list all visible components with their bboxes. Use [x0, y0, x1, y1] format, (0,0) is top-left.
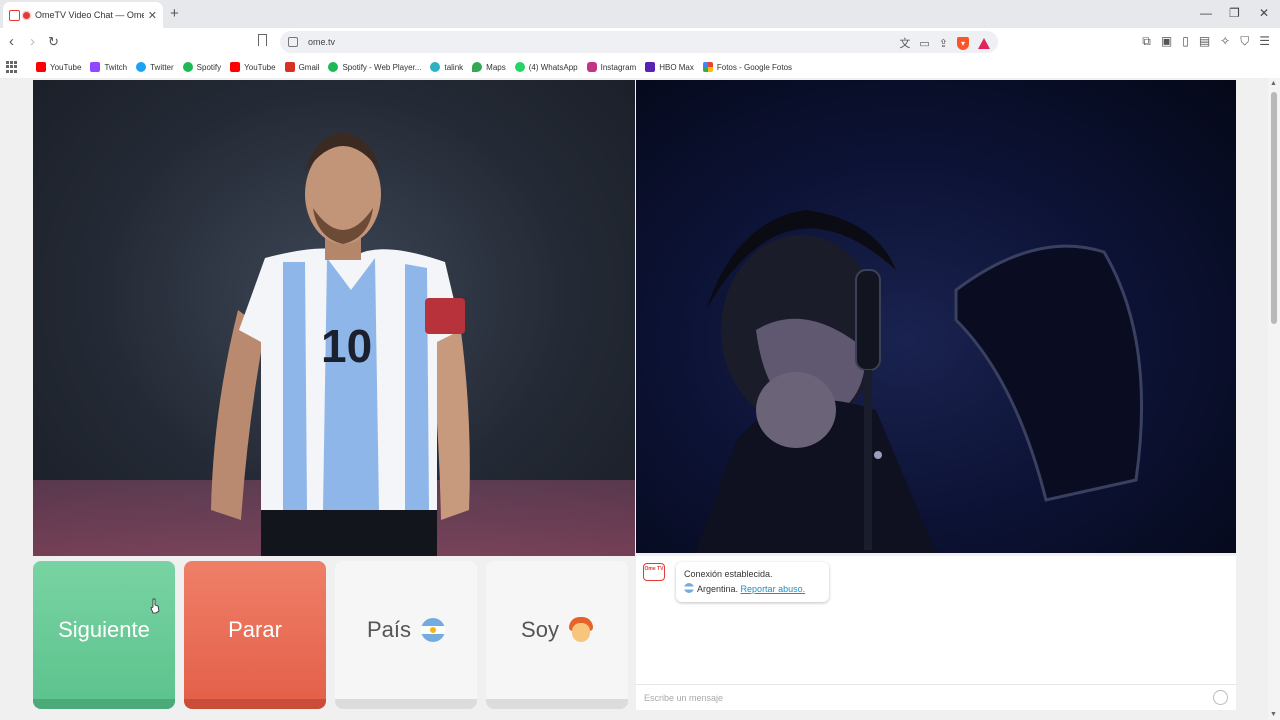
ometv-favicon-icon — [9, 9, 20, 21]
bookmarks-bar: YouTube Twitch Twitter Spotify YouTube G… — [0, 56, 1280, 78]
argentina-flag-icon — [684, 583, 694, 593]
scrollbar-thumb[interactable] — [1271, 92, 1277, 324]
address-bar-actions: 文 ▭ ⇪ ▾ — [899, 35, 990, 51]
bookmark-instagram[interactable]: Instagram — [586, 62, 636, 72]
sidebar-icon[interactable]: ▯ — [1182, 34, 1189, 49]
url-text[interactable]: ome.tv — [308, 37, 335, 47]
emoji-icon[interactable] — [1213, 690, 1228, 705]
local-video-image: 10 — [33, 132, 635, 556]
spotify-icon — [328, 62, 339, 72]
restore-button[interactable]: ❐ — [1229, 6, 1240, 20]
apps-grid-icon[interactable] — [6, 61, 18, 73]
message-input[interactable]: Escribe un mensaje — [636, 684, 1236, 710]
bookmark-whatsapp[interactable]: (4) WhatsApp — [514, 62, 578, 72]
maps-icon — [472, 62, 483, 72]
youtube-icon — [36, 62, 46, 72]
hbo-max-icon — [645, 62, 656, 72]
bookmark-twitter[interactable]: Twitter — [136, 62, 174, 72]
menu-icon[interactable]: ☰ — [1259, 34, 1270, 49]
extensions-icon[interactable]: ⧉ — [1142, 34, 1151, 49]
scroll-down-icon[interactable]: ▼ — [1270, 711, 1277, 718]
youtube-icon — [230, 62, 241, 72]
screenshot-icon[interactable]: ▣ — [1161, 34, 1172, 49]
whatsapp-icon — [514, 62, 525, 72]
bookmark-youtube-2[interactable]: YouTube — [230, 62, 276, 72]
ometv-logo: Ome TV — [643, 563, 665, 581]
reload-button[interactable]: ↻ — [48, 32, 59, 52]
country-filter-button[interactable]: País — [335, 561, 477, 709]
gender-select-button[interactable]: Soy — [486, 561, 628, 709]
wallet-icon[interactable]: ▤ — [1199, 34, 1210, 49]
bookmark-spotify[interactable]: Spotify — [182, 62, 221, 72]
leo-ai-icon[interactable]: ✧ — [1220, 34, 1230, 49]
address-bar[interactable]: ome.tv 文 ▭ ⇪ ▾ — [280, 31, 998, 53]
bookmark-youtube[interactable]: YouTube — [36, 62, 81, 72]
tab-title: OmeTV Video Chat — Omeg — [35, 10, 144, 20]
instagram-icon — [586, 62, 597, 72]
vpn-icon[interactable]: ⛉ — [1240, 34, 1249, 49]
bookmark-hbo-max[interactable]: HBO Max — [645, 62, 694, 72]
browser-toolbar: ‹ › ↻ ome.tv 文 ▭ ⇪ ▾ ⧉ ▣ ▯ ▤ ✧ ⛉ ☰ — [0, 28, 1280, 56]
share-icon[interactable]: ⇪ — [939, 37, 948, 50]
browser-tab[interactable]: OmeTV Video Chat — Omeg ✕ — [3, 2, 163, 28]
message-input-placeholder: Escribe un mensaje — [644, 693, 724, 703]
recording-indicator-icon — [23, 11, 30, 19]
gmail-icon — [284, 62, 295, 72]
svg-text:10: 10 — [321, 320, 372, 372]
google-photos-icon — [702, 62, 713, 72]
stop-button-label: Parar — [228, 617, 282, 642]
local-video: 10 — [33, 80, 635, 556]
talink-icon — [430, 62, 441, 72]
report-abuse-link[interactable]: Reportar abuso. — [741, 584, 806, 594]
stop-button[interactable]: Parar — [184, 561, 326, 709]
boy-emoji-icon — [568, 617, 593, 643]
country-button-label: País — [366, 617, 412, 642]
twitter-icon — [136, 62, 147, 72]
spotify-icon — [182, 62, 193, 72]
page-scrollbar[interactable]: ▲ ▼ — [1268, 78, 1280, 720]
connection-status: Conexión establecida. — [684, 569, 773, 579]
forward-button[interactable]: › — [30, 32, 35, 52]
cast-icon[interactable]: ▭ — [919, 37, 929, 50]
bookmark-twitch[interactable]: Twitch — [90, 62, 127, 72]
minimize-button[interactable]: — — [1200, 6, 1212, 20]
hand-cursor-icon — [150, 598, 160, 614]
bookmark-maps[interactable]: Maps — [472, 62, 506, 72]
brave-rewards-icon[interactable] — [978, 37, 990, 49]
new-tab-button[interactable]: + — [170, 5, 179, 22]
close-tab-icon[interactable]: ✕ — [148, 9, 157, 22]
browser-extensions: ⧉ ▣ ▯ ▤ ✧ ⛉ ☰ — [1142, 34, 1270, 49]
twitch-icon — [90, 62, 101, 72]
soy-button-label: Soy — [521, 617, 559, 642]
back-button[interactable]: ‹ — [9, 32, 14, 52]
bookmark-google-photos[interactable]: Fotos - Google Fotos — [702, 62, 792, 72]
partner-country: Argentina. — [697, 584, 739, 594]
site-info-icon[interactable] — [288, 37, 298, 47]
brave-shields-icon[interactable]: ▾ — [957, 36, 969, 50]
chat-panel: Ome TV Conexión establecida. Argentina. … — [636, 556, 1236, 710]
close-window-button[interactable]: ✕ — [1259, 6, 1269, 20]
argentina-flag-icon — [421, 618, 446, 642]
remote-video — [636, 80, 1236, 553]
partner-country-line: Argentina. Reportar abuso. — [684, 582, 821, 597]
bookmark-spotify-web[interactable]: Spotify - Web Player... — [328, 62, 421, 72]
remote-video-image — [696, 210, 1143, 553]
scroll-up-icon[interactable]: ▲ — [1270, 80, 1277, 87]
bookmark-gmail[interactable]: Gmail — [284, 62, 319, 72]
bookmark-talink[interactable]: talink — [430, 62, 463, 72]
next-button[interactable]: Siguiente — [33, 561, 175, 709]
next-button-label: Siguiente — [58, 617, 150, 642]
translate-icon[interactable]: 文 — [899, 35, 910, 51]
bookmark-page-icon[interactable] — [258, 34, 267, 46]
system-message: Conexión establecida. Argentina. Reporta… — [676, 562, 829, 602]
tab-strip: OmeTV Video Chat — Omeg ✕ + — ❐ ✕ — [0, 0, 1280, 28]
